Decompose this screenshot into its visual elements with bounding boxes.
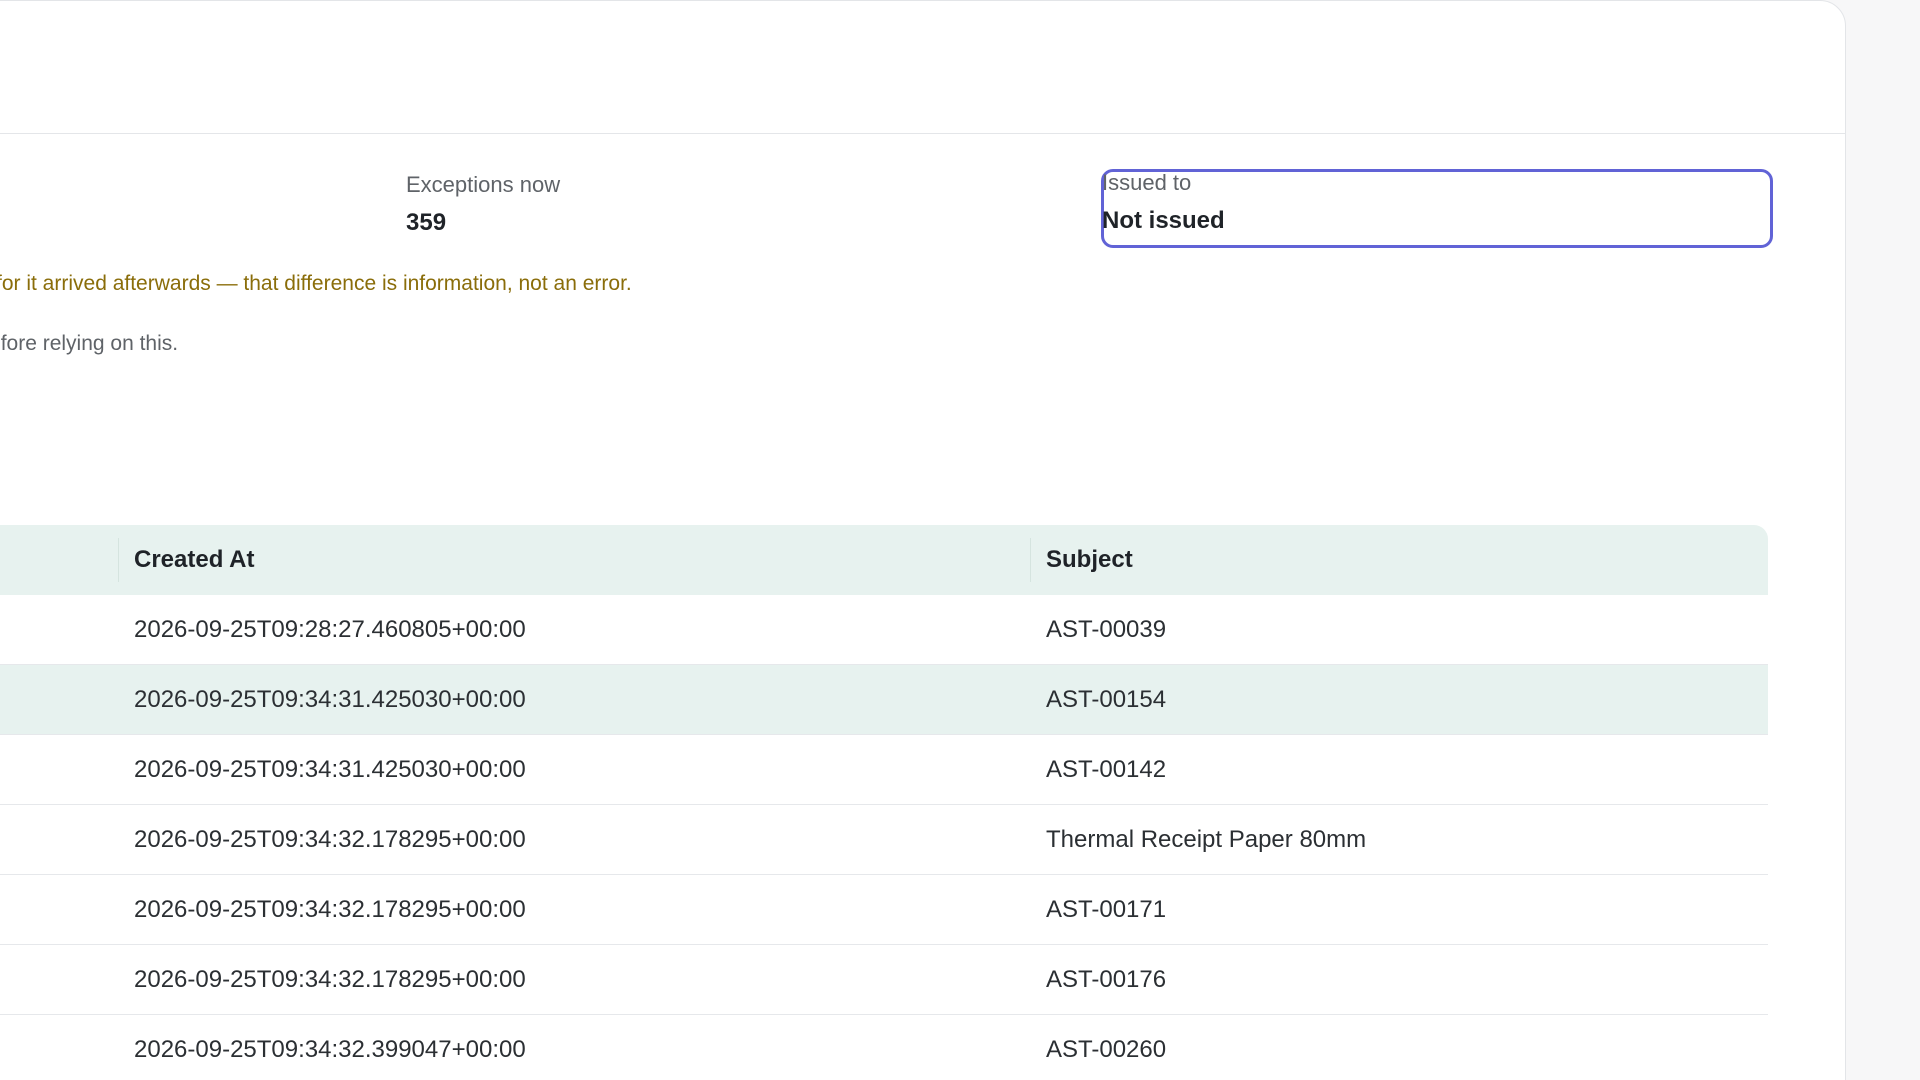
table-body: 2026-09-25T09:28:27.460805+00:00 AST-0003… [0, 595, 1768, 1080]
table-cell-created-at: 2026-09-25T09:34:32.399047+00:00 [134, 1035, 526, 1063]
table-row[interactable]: 2026-09-25T09:34:32.178295+00:00 Thermal … [0, 805, 1768, 875]
page: ‹ Exceptions now 359 Issued to Not issue… [0, 0, 1920, 1080]
table-cell-subject: Thermal Receipt Paper 80mm [1046, 825, 1367, 853]
table-row[interactable]: 2026-09-25T09:34:32.399047+00:00 AST-0026… [0, 1015, 1768, 1080]
records-table: Created At Subject 2026-09-25T09:28:27.4… [0, 525, 1768, 1080]
info-notice: rds for it arrived afterwards — that dif… [0, 272, 632, 295]
stat-exceptions-label: Exceptions now [406, 172, 561, 197]
table-cell-created-at: 2026-09-25T09:34:31.425030+00:00 [134, 685, 526, 713]
table-row[interactable]: 2026-09-25T09:28:27.460805+00:00 AST-0003… [0, 595, 1768, 665]
table-row[interactable]: 2026-09-25T09:34:32.178295+00:00 AST-0017… [0, 945, 1768, 1015]
table-cell-created-at: 2026-09-25T09:34:32.178295+00:00 [134, 965, 526, 993]
stat-exceptions-value: 359 [406, 209, 447, 236]
table-cell-created-at: 2026-09-25T09:34:32.178295+00:00 [134, 895, 526, 923]
table-cell-created-at: 2026-09-25T09:34:31.425030+00:00 [134, 755, 526, 783]
table-cell-subject: AST-00142 [1046, 755, 1167, 783]
stat-issued-label: Issued to [1102, 170, 1192, 195]
table-cell-created-at: 2026-09-25T09:34:32.178295+00:00 [134, 825, 526, 853]
table-cell-subject: AST-00176 [1046, 965, 1167, 993]
table-cell-subject: AST-00039 [1046, 615, 1167, 643]
table-row[interactable]: 2026-09-25T09:34:32.178295+00:00 AST-0017… [0, 875, 1768, 945]
column-header-created-at[interactable]: Created At [118, 538, 1030, 582]
details-card: ‹ Exceptions now 359 Issued to Not issue… [0, 0, 1846, 1080]
hint-text: s before relying on this. [0, 332, 179, 355]
stat-issued-value: Not issued [1102, 207, 1225, 234]
table-cell-subject: AST-00171 [1046, 895, 1167, 923]
table-row[interactable]: 2026-09-25T09:34:31.425030+00:00 AST-0015… [0, 665, 1768, 735]
column-header-subject[interactable]: Subject [1030, 538, 1768, 582]
table-cell-created-at: 2026-09-25T09:28:27.460805+00:00 [134, 615, 526, 643]
table-cell-subject: AST-00260 [1046, 1035, 1167, 1063]
stat-exceptions-now: Exceptions now 359 [406, 169, 560, 241]
card-header [0, 1, 1845, 134]
table-cell-subject: AST-00154 [1046, 685, 1167, 713]
table-row[interactable]: 2026-09-25T09:34:31.425030+00:00 AST-0014… [0, 735, 1768, 805]
column-header-hidden [0, 538, 118, 582]
table-header: Created At Subject [0, 525, 1768, 595]
stat-issued-to[interactable]: Issued to Not issued [1101, 169, 1773, 248]
